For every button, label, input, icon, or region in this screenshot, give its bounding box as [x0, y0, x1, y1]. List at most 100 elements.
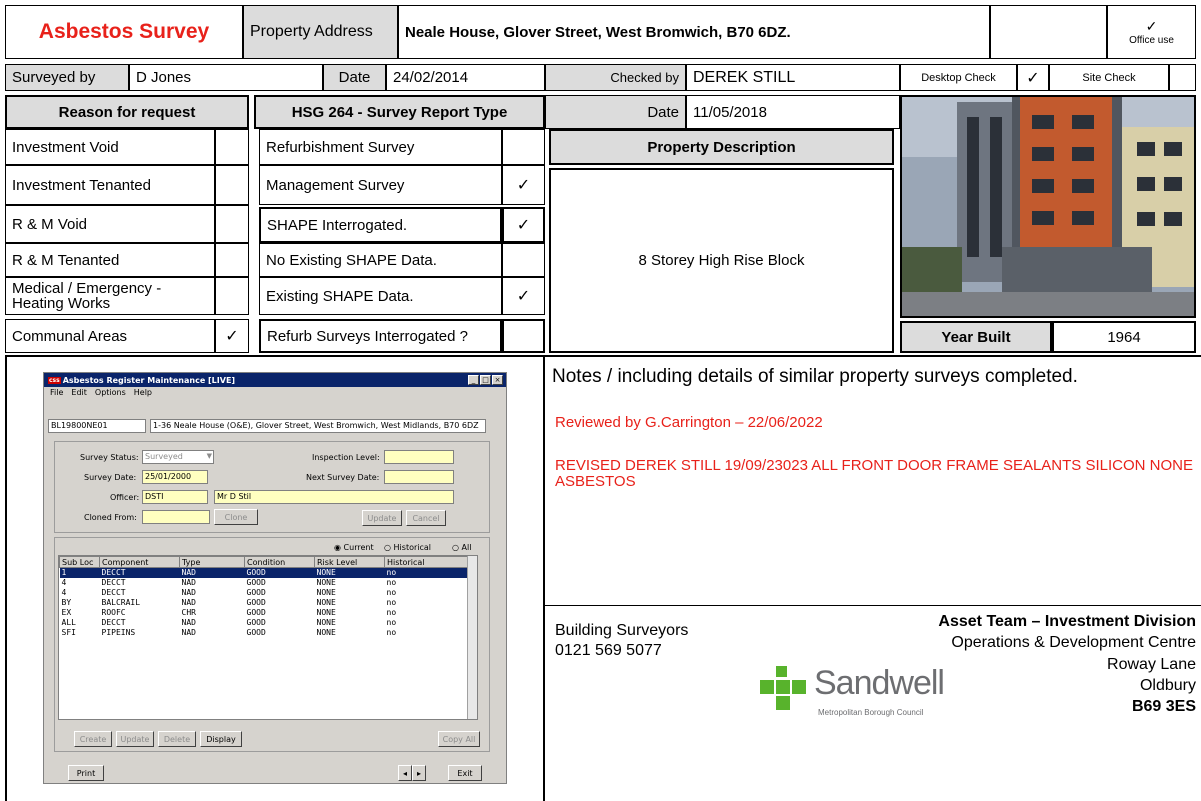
- radio-current[interactable]: ◉ Current: [334, 543, 374, 552]
- hsg-row-tick: ✓: [502, 277, 545, 315]
- column-header[interactable]: Component: [99, 556, 180, 568]
- officer-code-field[interactable]: DSTI: [142, 490, 208, 504]
- survey-date-value-text: 24/02/2014: [393, 69, 469, 86]
- clone-button[interactable]: Clone: [214, 509, 258, 525]
- maximize-icon[interactable]: □: [480, 375, 491, 385]
- radio-historical-label: Historical: [393, 543, 432, 552]
- reason-row-tick: ✓: [215, 319, 249, 353]
- cell: EX: [61, 608, 72, 617]
- survey-status-label: Survey Status:: [80, 453, 139, 462]
- menu-help[interactable]: Help: [134, 388, 152, 398]
- radio-historical[interactable]: ○ Historical: [384, 543, 431, 552]
- display-button[interactable]: Display: [200, 731, 242, 747]
- address-line-3: Oldbury: [1139, 677, 1196, 694]
- table-row[interactable]: ALL DECCT NAD GOOD NONE no: [60, 618, 477, 628]
- property-code-value: BL19800NE01: [51, 421, 108, 430]
- delete-button[interactable]: Delete: [158, 731, 196, 747]
- column-header[interactable]: Risk Level: [314, 556, 385, 568]
- column-header[interactable]: Sub Loc: [59, 556, 100, 568]
- next-survey-date-field[interactable]: [384, 470, 454, 484]
- cell: DECCT: [101, 618, 126, 627]
- table-row[interactable]: SFI PIPEINS NAD GOOD NONE no: [60, 628, 477, 638]
- column-header[interactable]: Condition: [244, 556, 315, 568]
- radio-current-label: Current: [343, 543, 374, 552]
- close-icon[interactable]: ×: [492, 375, 503, 385]
- exit-button[interactable]: Exit: [448, 765, 482, 781]
- table-row[interactable]: 1 DECCT NAD GOOD NONE no: [59, 567, 477, 578]
- building-photo-graphic: [902, 97, 1194, 316]
- cell: NONE: [314, 567, 385, 578]
- year-built-label-text: Year Built: [941, 328, 1011, 346]
- update-button-label: Update: [367, 513, 397, 523]
- officer-name-value: Mr D Stil: [217, 492, 252, 501]
- surveyed-by-value-text: D Jones: [136, 69, 192, 86]
- survey-status-select[interactable]: Surveyed ▼: [142, 450, 214, 464]
- cell: 4: [61, 588, 67, 597]
- column-header[interactable]: Historical: [384, 556, 477, 568]
- hsg-row-label: SHAPE Interrogated.: [259, 207, 502, 243]
- print-button-label: Print: [76, 768, 96, 778]
- inspection-level-label: Inspection Level:: [312, 453, 380, 462]
- hsg-row-label: Refurb Surveys Interrogated ?: [259, 319, 502, 353]
- year-built-value-text: 1964: [1107, 328, 1141, 346]
- cell: NAD: [179, 567, 245, 578]
- cell: NONE: [316, 628, 336, 637]
- cell: SFI: [61, 628, 76, 637]
- table-row[interactable]: 4 DECCT NAD GOOD NONE no: [60, 578, 477, 588]
- office-use: ✓ Office use: [1107, 5, 1196, 59]
- menu-edit[interactable]: Edit: [71, 388, 87, 398]
- copy-all-button-label: Copy All: [442, 734, 476, 744]
- address-line-2: Roway Lane: [1107, 656, 1196, 673]
- create-button[interactable]: Create: [74, 731, 112, 747]
- cloned-from-field[interactable]: [142, 510, 210, 524]
- hsg-row-label-text: Refurbishment Survey: [266, 138, 415, 156]
- table-row[interactable]: BY BALCRAIL NAD GOOD NONE no: [60, 598, 477, 608]
- radio-all[interactable]: ○ All: [452, 543, 471, 552]
- survey-date-label: Date: [323, 64, 386, 91]
- menu-options[interactable]: Options: [95, 388, 126, 398]
- property-code-field[interactable]: BL19800NE01: [48, 419, 146, 433]
- property-address-field[interactable]: 1-36 Neale House (O&E), Glover Street, W…: [150, 419, 486, 433]
- table-row[interactable]: EX ROOFC CHR GOOD NONE no: [60, 608, 477, 618]
- prev-icon[interactable]: ◂: [398, 765, 412, 781]
- cell: NONE: [316, 588, 336, 597]
- column-header[interactable]: Type: [179, 556, 245, 568]
- next-icon[interactable]: ▸: [412, 765, 426, 781]
- survey-date-field[interactable]: 25/01/2000: [142, 470, 208, 484]
- table-scrollbar[interactable]: [467, 556, 477, 719]
- copy-all-button[interactable]: Copy All: [438, 731, 480, 747]
- hsg-heading: HSG 264 - Survey Report Type: [254, 95, 545, 129]
- officer-name-field[interactable]: Mr D Stil: [214, 490, 454, 504]
- hsg-row-label: Management Survey: [259, 165, 502, 205]
- cell: NAD: [181, 598, 196, 607]
- address-line-1: Operations & Development Centre: [951, 634, 1196, 651]
- notes-reviewed: Reviewed by G.Carrington – 22/06/2022: [555, 414, 823, 431]
- reason-heading: Reason for request: [5, 95, 249, 129]
- cell: ALL: [61, 618, 76, 627]
- window-menubar: File Edit Options Help: [44, 387, 506, 399]
- logo-name: Sandwell: [814, 664, 945, 702]
- reason-row-label: R & M Tenanted: [5, 243, 215, 277]
- notes-heading: Notes / including details of similar pro…: [552, 366, 1078, 387]
- table-row[interactable]: 4 DECCT NAD GOOD NONE no: [60, 588, 477, 598]
- chevron-down-icon: ▼: [206, 452, 212, 460]
- year-built-label: Year Built: [900, 321, 1052, 353]
- cell: NONE: [316, 618, 336, 627]
- menu-file[interactable]: File: [50, 388, 63, 398]
- reason-row-label: R & M Void: [5, 205, 215, 243]
- notes-revised: REVISED DEREK STILL 19/09/23023 ALL FRON…: [555, 457, 1193, 490]
- cell: BALCRAIL: [101, 598, 141, 607]
- inspection-level-field[interactable]: [384, 450, 454, 464]
- cell: DECCT: [101, 578, 126, 587]
- address-value-text: Neale House, Glover Street, West Bromwic…: [405, 23, 791, 41]
- cancel-button[interactable]: Cancel: [406, 510, 446, 526]
- update-button[interactable]: Update: [362, 510, 402, 526]
- reason-row-label-text: R & M Void: [12, 215, 88, 233]
- update-row-button[interactable]: Update: [116, 731, 154, 747]
- reason-row-tick: [215, 165, 249, 205]
- print-button[interactable]: Print: [68, 765, 104, 781]
- reason-row-label: Communal Areas: [5, 319, 215, 353]
- minimize-icon[interactable]: _: [468, 375, 479, 385]
- reason-heading-text: Reason for request: [58, 103, 196, 121]
- survey-date-label-text: Date: [338, 69, 371, 86]
